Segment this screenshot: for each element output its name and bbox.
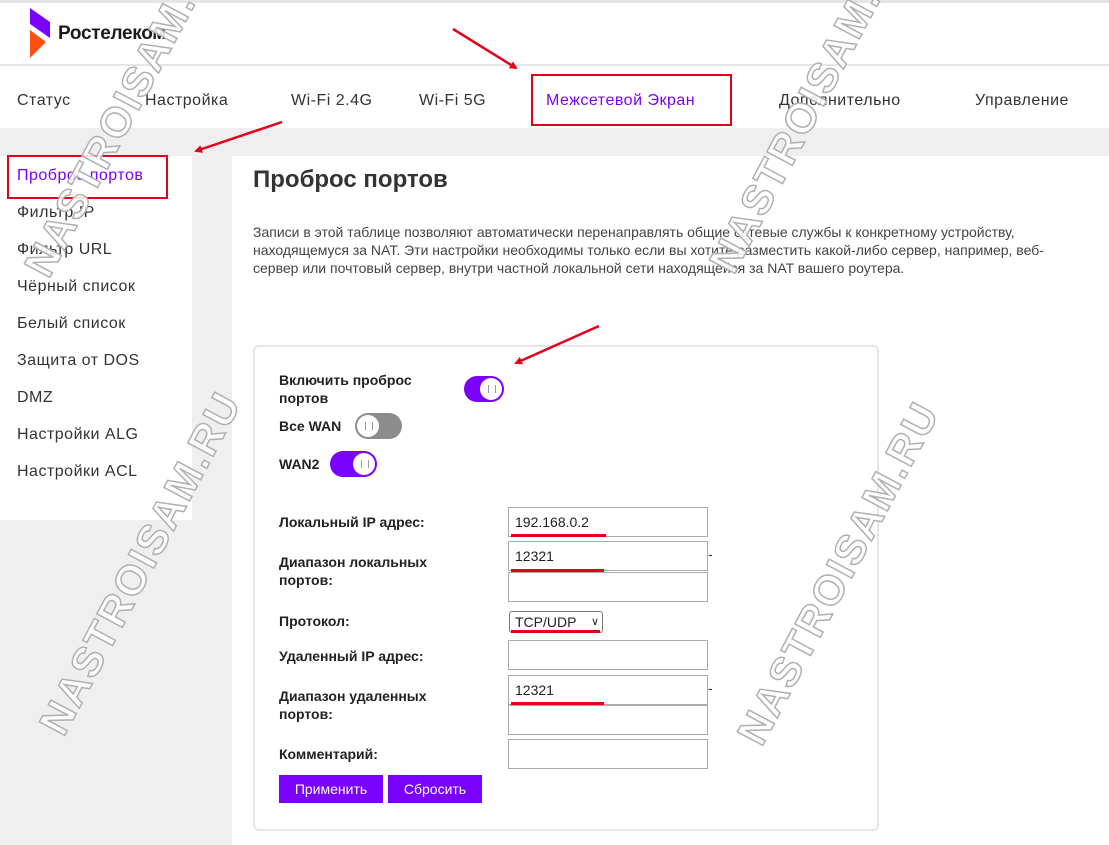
remote-ports-label: Диапазон удаленных портов: [279, 688, 427, 722]
sidebar-item-dos-protection[interactable]: Защита от DOS [17, 352, 140, 370]
local-ip-red-underline [511, 534, 606, 537]
sidebar-item-dmz[interactable]: DMZ [17, 389, 53, 407]
comment-label: Комментарий: [279, 746, 378, 762]
brand-name: Ростелеком [58, 23, 167, 44]
page-title: Проброс портов [253, 166, 448, 193]
firewall-highlight-box [531, 74, 732, 126]
remote-port-to-input[interactable] [508, 705, 708, 735]
reset-button[interactable]: Сбросить [388, 775, 482, 803]
arrow-to-firewall-tab [452, 27, 518, 70]
toggle-grip-icon [357, 415, 379, 437]
toggle-grip-icon [353, 453, 375, 475]
nav-item-advanced[interactable]: Дополнительно [779, 66, 901, 128]
local-port-to-input[interactable] [508, 572, 708, 602]
local-port-from-input[interactable] [508, 541, 708, 571]
remote-range-dash: - [708, 680, 713, 696]
nav-item-settings[interactable]: Настройка [145, 66, 228, 128]
apply-button[interactable]: Применить [279, 775, 383, 803]
all-wan-label: Все WAN [279, 418, 342, 434]
sidebar-item-alg[interactable]: Настройки ALG [17, 426, 138, 444]
protocol-select-value: TCP/UDP [515, 614, 577, 630]
nav-item-management[interactable]: Управление [975, 66, 1069, 128]
brand-logo[interactable]: Ростелеком [24, 6, 166, 62]
remote-ip-input[interactable] [508, 640, 708, 670]
rostelecom-logo-icon [30, 8, 50, 58]
chevron-down-icon: ∨ [590, 616, 599, 628]
toggle-grip-icon [480, 378, 502, 400]
enable-forwarding-label: Включить проброс портов [279, 372, 412, 406]
remote-port-from-input[interactable] [508, 675, 708, 705]
local-ip-label: Локальный IP адрес: [279, 514, 425, 530]
nav-item-wifi-5[interactable]: Wi-Fi 5G [419, 66, 486, 128]
all-wan-toggle[interactable] [355, 413, 402, 439]
local-port-red-underline [511, 569, 604, 572]
nav-item-status[interactable]: Статус [17, 66, 71, 128]
protocol-red-underline [511, 630, 600, 633]
top-nav: Статус Настройка Wi-Fi 2.4G Wi-Fi 5G Меж… [0, 64, 1109, 128]
nav-item-wifi-24[interactable]: Wi-Fi 2.4G [291, 66, 372, 128]
protocol-label: Протокол: [279, 613, 350, 629]
sidebar-item-ip-filter[interactable]: Фильтр IP [17, 204, 95, 222]
sidebar-item-acl[interactable]: Настройки ACL [17, 463, 138, 481]
sidebar-item-whitelist[interactable]: Белый список [17, 315, 126, 333]
sidebar-item-url-filter[interactable]: Фильтр URL [17, 241, 112, 259]
local-ip-input[interactable] [508, 507, 708, 537]
wan2-toggle[interactable] [330, 451, 377, 477]
top-border [0, 0, 1109, 3]
local-ports-label: Диапазон локальных портов: [279, 554, 428, 588]
remote-ip-label: Удаленный IP адрес: [279, 648, 424, 664]
sidebar-item-blacklist[interactable]: Чёрный список [17, 278, 135, 296]
page-description: Записи в этой таблице позволяют автомати… [253, 224, 1044, 276]
port-forwarding-highlight-box [7, 155, 168, 199]
wan2-label: WAN2 [279, 456, 320, 472]
local-range-dash: - [708, 546, 713, 562]
enable-forwarding-toggle[interactable] [464, 376, 504, 402]
comment-input[interactable] [508, 739, 708, 769]
remote-port-red-underline [511, 702, 604, 705]
